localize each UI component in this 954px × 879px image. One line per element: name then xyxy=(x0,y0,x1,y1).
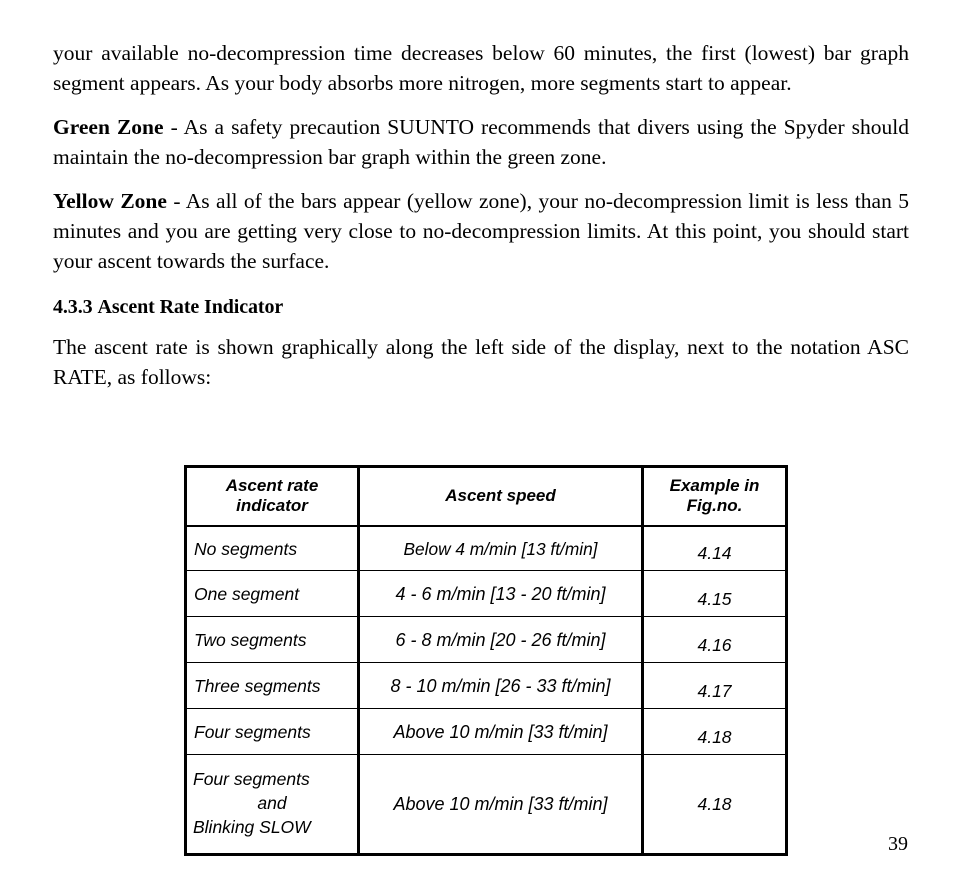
cell-speed: Below 4 m/min [13 ft/min] xyxy=(358,525,644,571)
header-ascent-speed: Ascent speed xyxy=(445,486,556,505)
green-zone-lead: Green Zone xyxy=(53,115,164,139)
cell-speed: Above 10 m/min [33 ft/min] xyxy=(358,708,644,755)
table-row: Two segments 6 - 8 m/min [20 - 26 ft/min… xyxy=(185,616,787,663)
table-row: No segments Below 4 m/min [13 ft/min] 4.… xyxy=(185,525,787,571)
paragraph-ascent-rate-intro: The ascent rate is shown graphically alo… xyxy=(53,335,909,389)
cell-figure: 4.16 xyxy=(642,616,787,663)
header-cell-ascent-rate-indicator: Ascent rate indicator xyxy=(185,466,360,527)
cell-speed: Above 10 m/min [33 ft/min] xyxy=(358,754,644,855)
indicator-line3: Blinking SLOW xyxy=(193,817,311,837)
speed-text: 8 - 10 m/min [26 - 33 ft/min] xyxy=(390,675,611,696)
page-number: 39 xyxy=(888,833,908,855)
cell-figure: 4.14 xyxy=(642,525,787,571)
section-heading: 4.3.3 Ascent Rate Indicator xyxy=(53,294,909,320)
figure-text: 4.18 xyxy=(697,794,732,814)
table-row: Three segments 8 - 10 m/min [26 - 33 ft/… xyxy=(185,662,787,709)
indicator-text: Four segments xyxy=(194,721,311,742)
cell-indicator: Two segments xyxy=(185,616,360,663)
cell-figure: 4.18 xyxy=(642,754,787,855)
indicator-text: Two segments xyxy=(194,629,307,650)
indicator-line1: Four segments xyxy=(193,769,310,789)
cell-figure: 4.18 xyxy=(642,708,787,755)
cell-speed: 6 - 8 m/min [20 - 26 ft/min] xyxy=(358,616,644,663)
figure-text: 4.17 xyxy=(697,681,732,701)
cell-figure: 4.17 xyxy=(642,662,787,709)
table-row: Four segments and Blinking SLOW Above 10… xyxy=(185,754,787,855)
yellow-zone-lead: Yellow Zone xyxy=(53,189,167,213)
table-header: Ascent rate indicator Ascent speed Examp… xyxy=(185,466,787,527)
ascent-rate-table: Ascent rate indicator Ascent speed Examp… xyxy=(184,465,788,856)
paragraph-yellow-zone: Yellow Zone - As all of the bars appear … xyxy=(53,186,909,276)
speed-text: Above 10 m/min [33 ft/min] xyxy=(393,721,608,742)
document-page: your available no-decompression time dec… xyxy=(0,0,954,879)
cell-indicator: No segments xyxy=(185,525,360,571)
paragraph-green-zone: Green Zone - As a safety precaution SUUN… xyxy=(53,112,909,172)
header-ascent-rate-line2: indicator xyxy=(236,496,308,515)
indicator-text: No segments xyxy=(194,538,298,559)
table-row: One segment 4 - 6 m/min [13 - 20 ft/min]… xyxy=(185,570,787,617)
cell-speed: 8 - 10 m/min [26 - 33 ft/min] xyxy=(358,662,644,709)
figure-text: 4.16 xyxy=(697,635,732,655)
speed-text: 4 - 6 m/min [13 - 20 ft/min] xyxy=(395,583,606,604)
section-heading-title: Ascent Rate Indicator xyxy=(97,296,284,318)
table-header-row: Ascent rate indicator Ascent speed Examp… xyxy=(185,466,787,527)
figure-text: 4.15 xyxy=(697,589,732,609)
header-cell-ascent-speed: Ascent speed xyxy=(358,466,644,527)
body-text-block: your available no-decompression time dec… xyxy=(53,38,909,392)
table-body: No segments Below 4 m/min [13 ft/min] 4.… xyxy=(185,525,787,855)
speed-text: Below 4 m/min [13 ft/min] xyxy=(403,538,598,559)
cell-indicator: Four segments xyxy=(185,708,360,755)
section-heading-number: 4.3.3 xyxy=(53,296,93,318)
header-example-line1: Example in xyxy=(669,476,760,495)
header-cell-example-figure: Example in Fig.no. xyxy=(642,466,787,527)
figure-text: 4.14 xyxy=(697,543,732,563)
cell-indicator: One segment xyxy=(185,570,360,617)
table-row: Four segments Above 10 m/min [33 ft/min]… xyxy=(185,708,787,755)
yellow-zone-text: - As all of the bars appear (yellow zone… xyxy=(53,189,910,273)
header-example-line2: Fig.no. xyxy=(686,496,743,515)
indicator-line2: and xyxy=(257,793,287,813)
figure-text: 4.18 xyxy=(697,727,732,747)
speed-text: Above 10 m/min [33 ft/min] xyxy=(393,794,608,814)
speed-text: 6 - 8 m/min [20 - 26 ft/min] xyxy=(395,629,606,650)
ascent-rate-table-container: Ascent rate indicator Ascent speed Examp… xyxy=(184,465,788,856)
cell-indicator: Four segments and Blinking SLOW xyxy=(185,754,360,855)
header-ascent-rate-line1: Ascent rate xyxy=(225,476,319,495)
indicator-text: One segment xyxy=(194,583,300,604)
green-zone-text: - As a safety precaution SUUNTO recommen… xyxy=(53,115,909,169)
cell-figure: 4.15 xyxy=(642,570,787,617)
cell-indicator: Three segments xyxy=(185,662,360,709)
indicator-text: Three segments xyxy=(194,675,321,696)
indicator-text-multiline: Four segments and Blinking SLOW xyxy=(187,755,357,853)
paragraph-continuation: your available no-decompression time dec… xyxy=(53,41,909,95)
cell-speed: 4 - 6 m/min [13 - 20 ft/min] xyxy=(358,570,644,617)
